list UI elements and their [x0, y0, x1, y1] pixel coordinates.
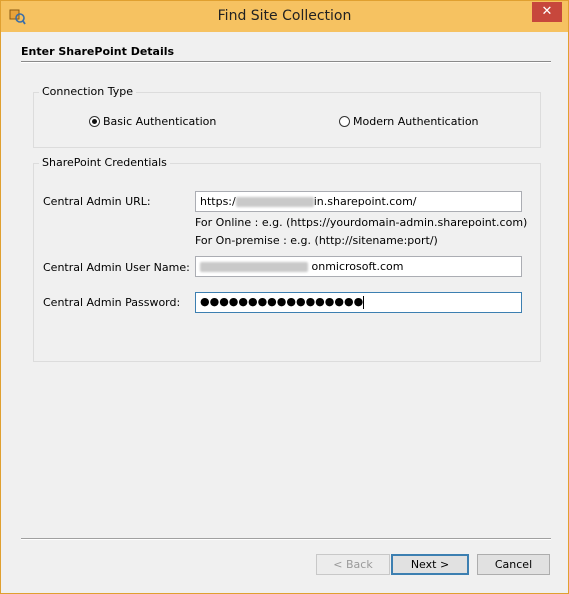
section-header: Enter SharePoint Details: [21, 45, 175, 58]
basic-auth-label: Basic Authentication: [103, 115, 217, 128]
window-title: Find Site Collection: [217, 8, 352, 24]
url-label: Central Admin URL:: [43, 195, 151, 208]
credentials-legend: SharePoint Credentials: [39, 156, 170, 169]
close-button[interactable]: ✕: [532, 2, 562, 22]
username-label: Central Admin User Name:: [43, 261, 190, 274]
find-site-collection-window: Find Site Collection ✕ Enter SharePoint …: [0, 0, 569, 594]
back-button[interactable]: < Back: [316, 554, 390, 575]
central-admin-password-input[interactable]: ●●●●●●●●●●●●●●●●●: [195, 292, 522, 313]
radio-checked-icon: [89, 116, 100, 127]
redacted-text: [235, 197, 314, 207]
basic-auth-radio[interactable]: Basic Authentication: [89, 115, 216, 128]
redacted-text: [200, 262, 308, 272]
hint-onpremise: For On-premise : e.g. (http://sitename:p…: [195, 234, 438, 247]
next-button[interactable]: Next >: [391, 554, 469, 575]
connection-type-legend: Connection Type: [39, 85, 137, 98]
central-admin-url-input[interactable]: https:/in.sharepoint.com/: [195, 191, 522, 212]
radio-unchecked-icon: [339, 116, 350, 127]
password-label: Central Admin Password:: [43, 296, 181, 309]
modern-auth-label: Modern Authentication: [353, 115, 479, 128]
text-cursor: [363, 295, 365, 309]
title-bar[interactable]: Find Site Collection ✕: [1, 1, 568, 32]
central-admin-username-input[interactable]: onmicrosoft.com: [195, 256, 522, 277]
hint-online: For Online : e.g. (https://yourdomain-ad…: [195, 216, 528, 229]
cancel-button[interactable]: Cancel: [477, 554, 550, 575]
close-icon: ✕: [541, 4, 553, 19]
modern-auth-radio[interactable]: Modern Authentication: [339, 115, 479, 128]
password-dots: ●●●●●●●●●●●●●●●●●: [200, 295, 364, 308]
